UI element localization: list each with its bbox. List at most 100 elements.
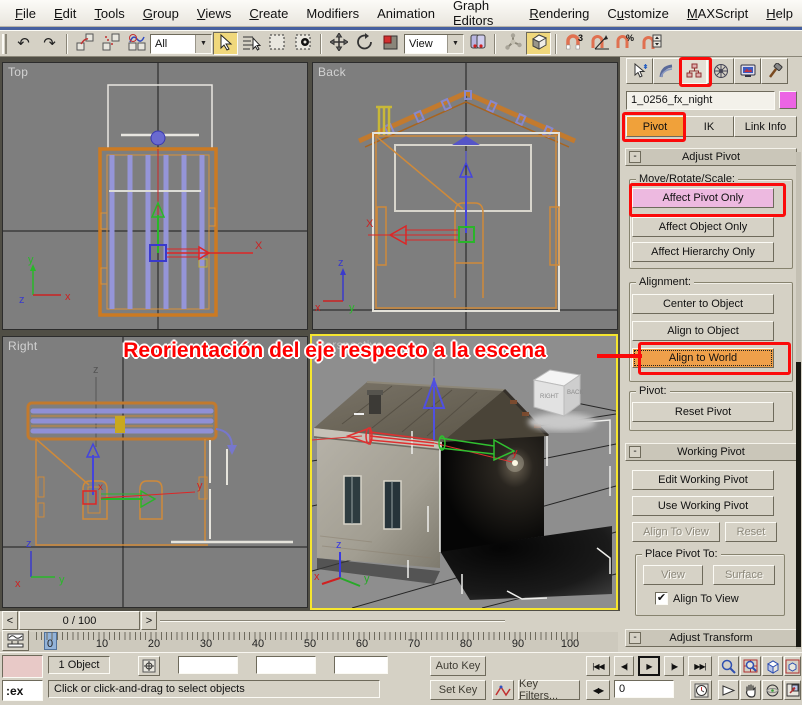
set-key-button[interactable]: Set Key bbox=[430, 680, 486, 700]
spinner-snap-toggle-button[interactable] bbox=[639, 32, 664, 55]
select-and-rotate-button[interactable] bbox=[352, 32, 377, 55]
go-to-start-button[interactable]: |◀◀ bbox=[586, 656, 610, 676]
go-to-end-button[interactable]: ▶▶| bbox=[688, 656, 712, 676]
time-slider-next-button[interactable]: > bbox=[141, 611, 157, 630]
time-slider-value[interactable]: 0 / 100 bbox=[19, 611, 140, 630]
reset-pivot-button[interactable]: Reset Pivot bbox=[632, 402, 774, 422]
align-to-view-button[interactable]: Align To View bbox=[632, 522, 720, 542]
keyboard-shortcut-override-toggle[interactable] bbox=[526, 32, 551, 55]
redo-button[interactable]: ↷ bbox=[37, 32, 62, 55]
zoom-button[interactable] bbox=[718, 656, 739, 676]
menu-animation[interactable]: Animation bbox=[368, 6, 444, 21]
time-slider-prev-button[interactable]: < bbox=[2, 611, 18, 630]
align-to-view-checkbox[interactable]: ✔ bbox=[655, 592, 668, 605]
select-by-name-button[interactable] bbox=[239, 32, 264, 55]
select-and-move-button[interactable] bbox=[326, 32, 351, 55]
menu-tools[interactable]: Tools bbox=[85, 6, 133, 21]
rollout-adjust-pivot[interactable]: - Adjust Pivot bbox=[625, 148, 797, 166]
previous-frame-button[interactable]: ◀| bbox=[614, 656, 634, 676]
menu-views[interactable]: Views bbox=[188, 6, 240, 21]
window-crossing-button[interactable] bbox=[291, 32, 316, 55]
play-button[interactable]: ▶ bbox=[638, 656, 660, 676]
rectangular-selection-region-button[interactable] bbox=[265, 32, 290, 55]
viewport-perspective[interactable]: y RIGHT BACK z x y Perspective bbox=[310, 334, 618, 610]
z-coordinate-field[interactable] bbox=[334, 656, 388, 674]
toolbar-drag-handle[interactable] bbox=[2, 34, 7, 54]
affect-object-only-button[interactable]: Affect Object Only bbox=[632, 217, 774, 237]
viewport-back[interactable]: X z x y Back bbox=[312, 62, 618, 330]
undo-button[interactable]: ↶ bbox=[11, 32, 36, 55]
place-pivot-view-button[interactable]: View bbox=[643, 565, 703, 585]
viewport-top[interactable]: X y x z Top bbox=[2, 62, 308, 330]
tab-motion[interactable] bbox=[707, 58, 734, 84]
absolute-offset-mode-toggle[interactable] bbox=[138, 656, 160, 676]
select-and-scale-button[interactable] bbox=[378, 32, 403, 55]
select-object-button[interactable] bbox=[213, 32, 238, 55]
zoom-all-button[interactable] bbox=[740, 656, 761, 676]
auto-key-button[interactable]: Auto Key bbox=[430, 656, 486, 676]
rollout-working-pivot[interactable]: - Working Pivot bbox=[625, 443, 797, 461]
snap-toggle-3d-button[interactable]: 3 bbox=[561, 32, 586, 55]
viewport-right[interactable]: z y x z x y bbox=[2, 336, 308, 608]
reset-working-pivot-button[interactable]: Reset bbox=[725, 522, 777, 542]
menu-modifiers[interactable]: Modifiers bbox=[297, 6, 368, 21]
panel-scrollbar-thumb[interactable] bbox=[796, 362, 801, 647]
min-max-toggle-button[interactable] bbox=[784, 680, 801, 700]
select-and-link-button[interactable] bbox=[72, 32, 97, 55]
field-of-view-button[interactable] bbox=[718, 680, 739, 700]
time-configuration-button[interactable] bbox=[690, 680, 712, 700]
tab-hierarchy[interactable] bbox=[680, 58, 707, 84]
angle-snap-toggle-button[interactable] bbox=[587, 32, 612, 55]
percent-snap-toggle-button[interactable]: % bbox=[613, 32, 638, 55]
arc-rotate-button[interactable] bbox=[762, 680, 783, 700]
zoom-extents-all-button[interactable] bbox=[784, 656, 801, 676]
affect-hierarchy-only-button[interactable]: Affect Hierarchy Only bbox=[632, 242, 774, 262]
key-filters-button[interactable]: Key Filters... bbox=[518, 680, 580, 700]
panel-scrollbar[interactable] bbox=[796, 152, 801, 649]
menu-create[interactable]: Create bbox=[240, 6, 297, 21]
affect-pivot-only-button[interactable]: Affect Pivot Only bbox=[632, 188, 774, 208]
menu-rendering[interactable]: Rendering bbox=[520, 6, 598, 21]
maxscript-mini-listener[interactable]: :ex bbox=[2, 680, 43, 701]
use-pivot-point-center-button[interactable] bbox=[465, 32, 490, 55]
menu-customize[interactable]: Customize bbox=[598, 6, 677, 21]
mini-curve-editor-button[interactable] bbox=[2, 630, 29, 651]
default-tangent-button[interactable] bbox=[492, 680, 514, 700]
selection-filter-dropdown[interactable]: All ▼ bbox=[150, 34, 212, 54]
tab-create[interactable] bbox=[626, 58, 653, 84]
unlink-selection-button[interactable] bbox=[98, 32, 123, 55]
bind-to-space-warp-button[interactable] bbox=[124, 32, 149, 55]
subtab-link-info[interactable]: Link Info bbox=[734, 116, 797, 137]
menu-edit[interactable]: Edit bbox=[45, 6, 85, 21]
tab-display[interactable] bbox=[734, 58, 761, 84]
menu-group[interactable]: Group bbox=[134, 6, 188, 21]
current-frame-field[interactable]: 0 bbox=[614, 680, 674, 698]
select-and-manipulate-button[interactable] bbox=[500, 32, 525, 55]
pan-button[interactable] bbox=[740, 680, 761, 700]
menu-help[interactable]: Help bbox=[757, 6, 802, 21]
zoom-extents-button[interactable] bbox=[762, 656, 783, 676]
menu-graph-editors[interactable]: Graph Editors bbox=[444, 0, 520, 28]
use-working-pivot-button[interactable]: Use Working Pivot bbox=[632, 496, 774, 516]
tab-utilities[interactable] bbox=[761, 58, 788, 84]
track-bar[interactable]: 0102030405060708090100 bbox=[0, 632, 618, 652]
object-color-swatch[interactable] bbox=[779, 91, 797, 109]
key-mode-toggle-button[interactable]: ◀▶ bbox=[586, 680, 610, 700]
rollout-adjust-transform[interactable]: - Adjust Transform bbox=[625, 629, 797, 647]
place-pivot-surface-button[interactable]: Surface bbox=[713, 565, 775, 585]
object-name-field[interactable]: 1_0256_fx_night bbox=[626, 91, 775, 110]
align-to-object-button[interactable]: Align to Object bbox=[632, 321, 774, 341]
next-frame-button[interactable]: |▶ bbox=[664, 656, 684, 676]
reference-coord-system-dropdown[interactable]: View ▼ bbox=[404, 34, 464, 54]
menu-maxscript[interactable]: MAXScript bbox=[678, 6, 757, 21]
subtab-ik[interactable]: IK bbox=[684, 116, 734, 137]
macro-recorder-area[interactable] bbox=[2, 655, 43, 678]
menu-file[interactable]: File bbox=[6, 6, 45, 21]
tab-modify[interactable] bbox=[653, 58, 680, 84]
time-slider-track[interactable] bbox=[160, 620, 505, 622]
align-to-world-button[interactable]: Align to World bbox=[632, 348, 774, 368]
edit-working-pivot-button[interactable]: Edit Working Pivot bbox=[632, 470, 774, 490]
y-coordinate-field[interactable] bbox=[256, 656, 316, 674]
x-coordinate-field[interactable] bbox=[178, 656, 238, 674]
subtab-pivot[interactable]: Pivot bbox=[626, 116, 684, 137]
